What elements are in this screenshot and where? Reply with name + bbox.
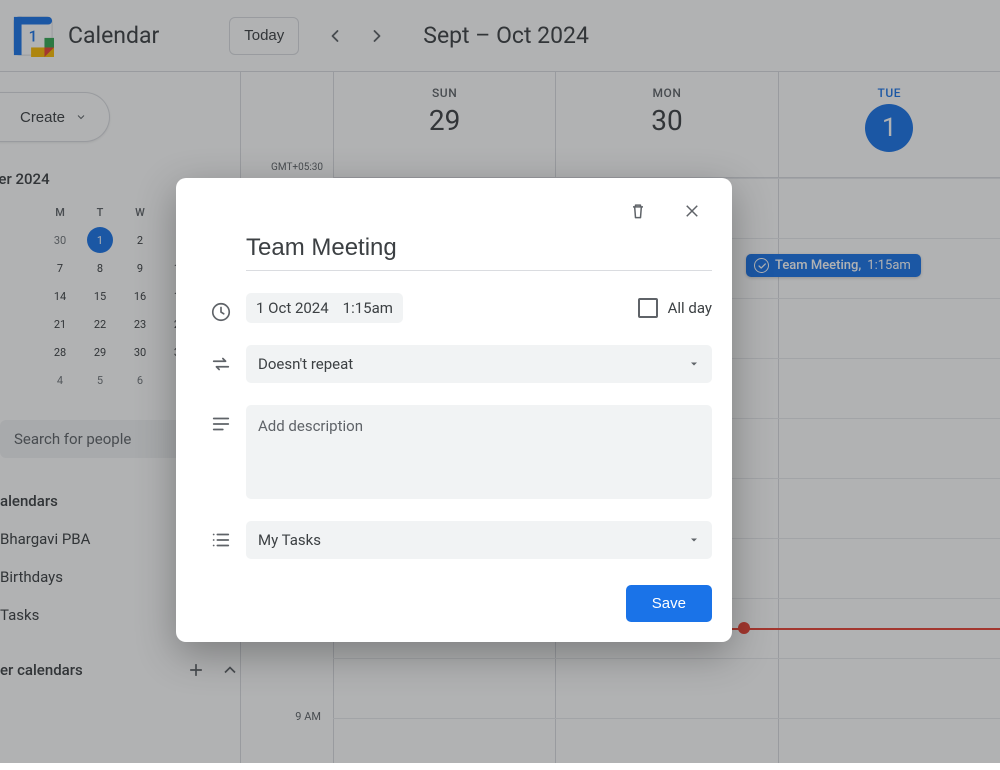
task-editor-modal: 1 Oct 2024 1:15am All day Doesn't repeat [176,178,732,642]
chevron-down-icon [688,534,700,546]
save-button[interactable]: Save [626,585,712,622]
datetime-wrapper: 1 Oct 2024 1:15am [246,293,403,323]
all-day-checkbox[interactable] [638,298,658,318]
description-placeholder: Add description [258,417,363,435]
clock-icon [196,293,246,323]
repeat-select[interactable]: Doesn't repeat [246,345,712,383]
description-input[interactable]: Add description [246,405,712,499]
task-date-field[interactable]: 1 Oct 2024 [256,299,329,317]
repeat-select-value: Doesn't repeat [258,355,353,373]
delete-button[interactable] [618,191,658,231]
repeat-icon [196,345,246,375]
description-icon [196,405,246,435]
task-time-field[interactable]: 1:15am [343,299,393,317]
chevron-down-icon [688,358,700,370]
task-title-input[interactable] [246,230,712,271]
tasklist-select-value: My Tasks [258,531,321,549]
tasklist-select[interactable]: My Tasks [246,521,712,559]
close-button[interactable] [672,191,712,231]
all-day-label: All day [668,299,712,317]
tasklist-icon [196,521,246,551]
